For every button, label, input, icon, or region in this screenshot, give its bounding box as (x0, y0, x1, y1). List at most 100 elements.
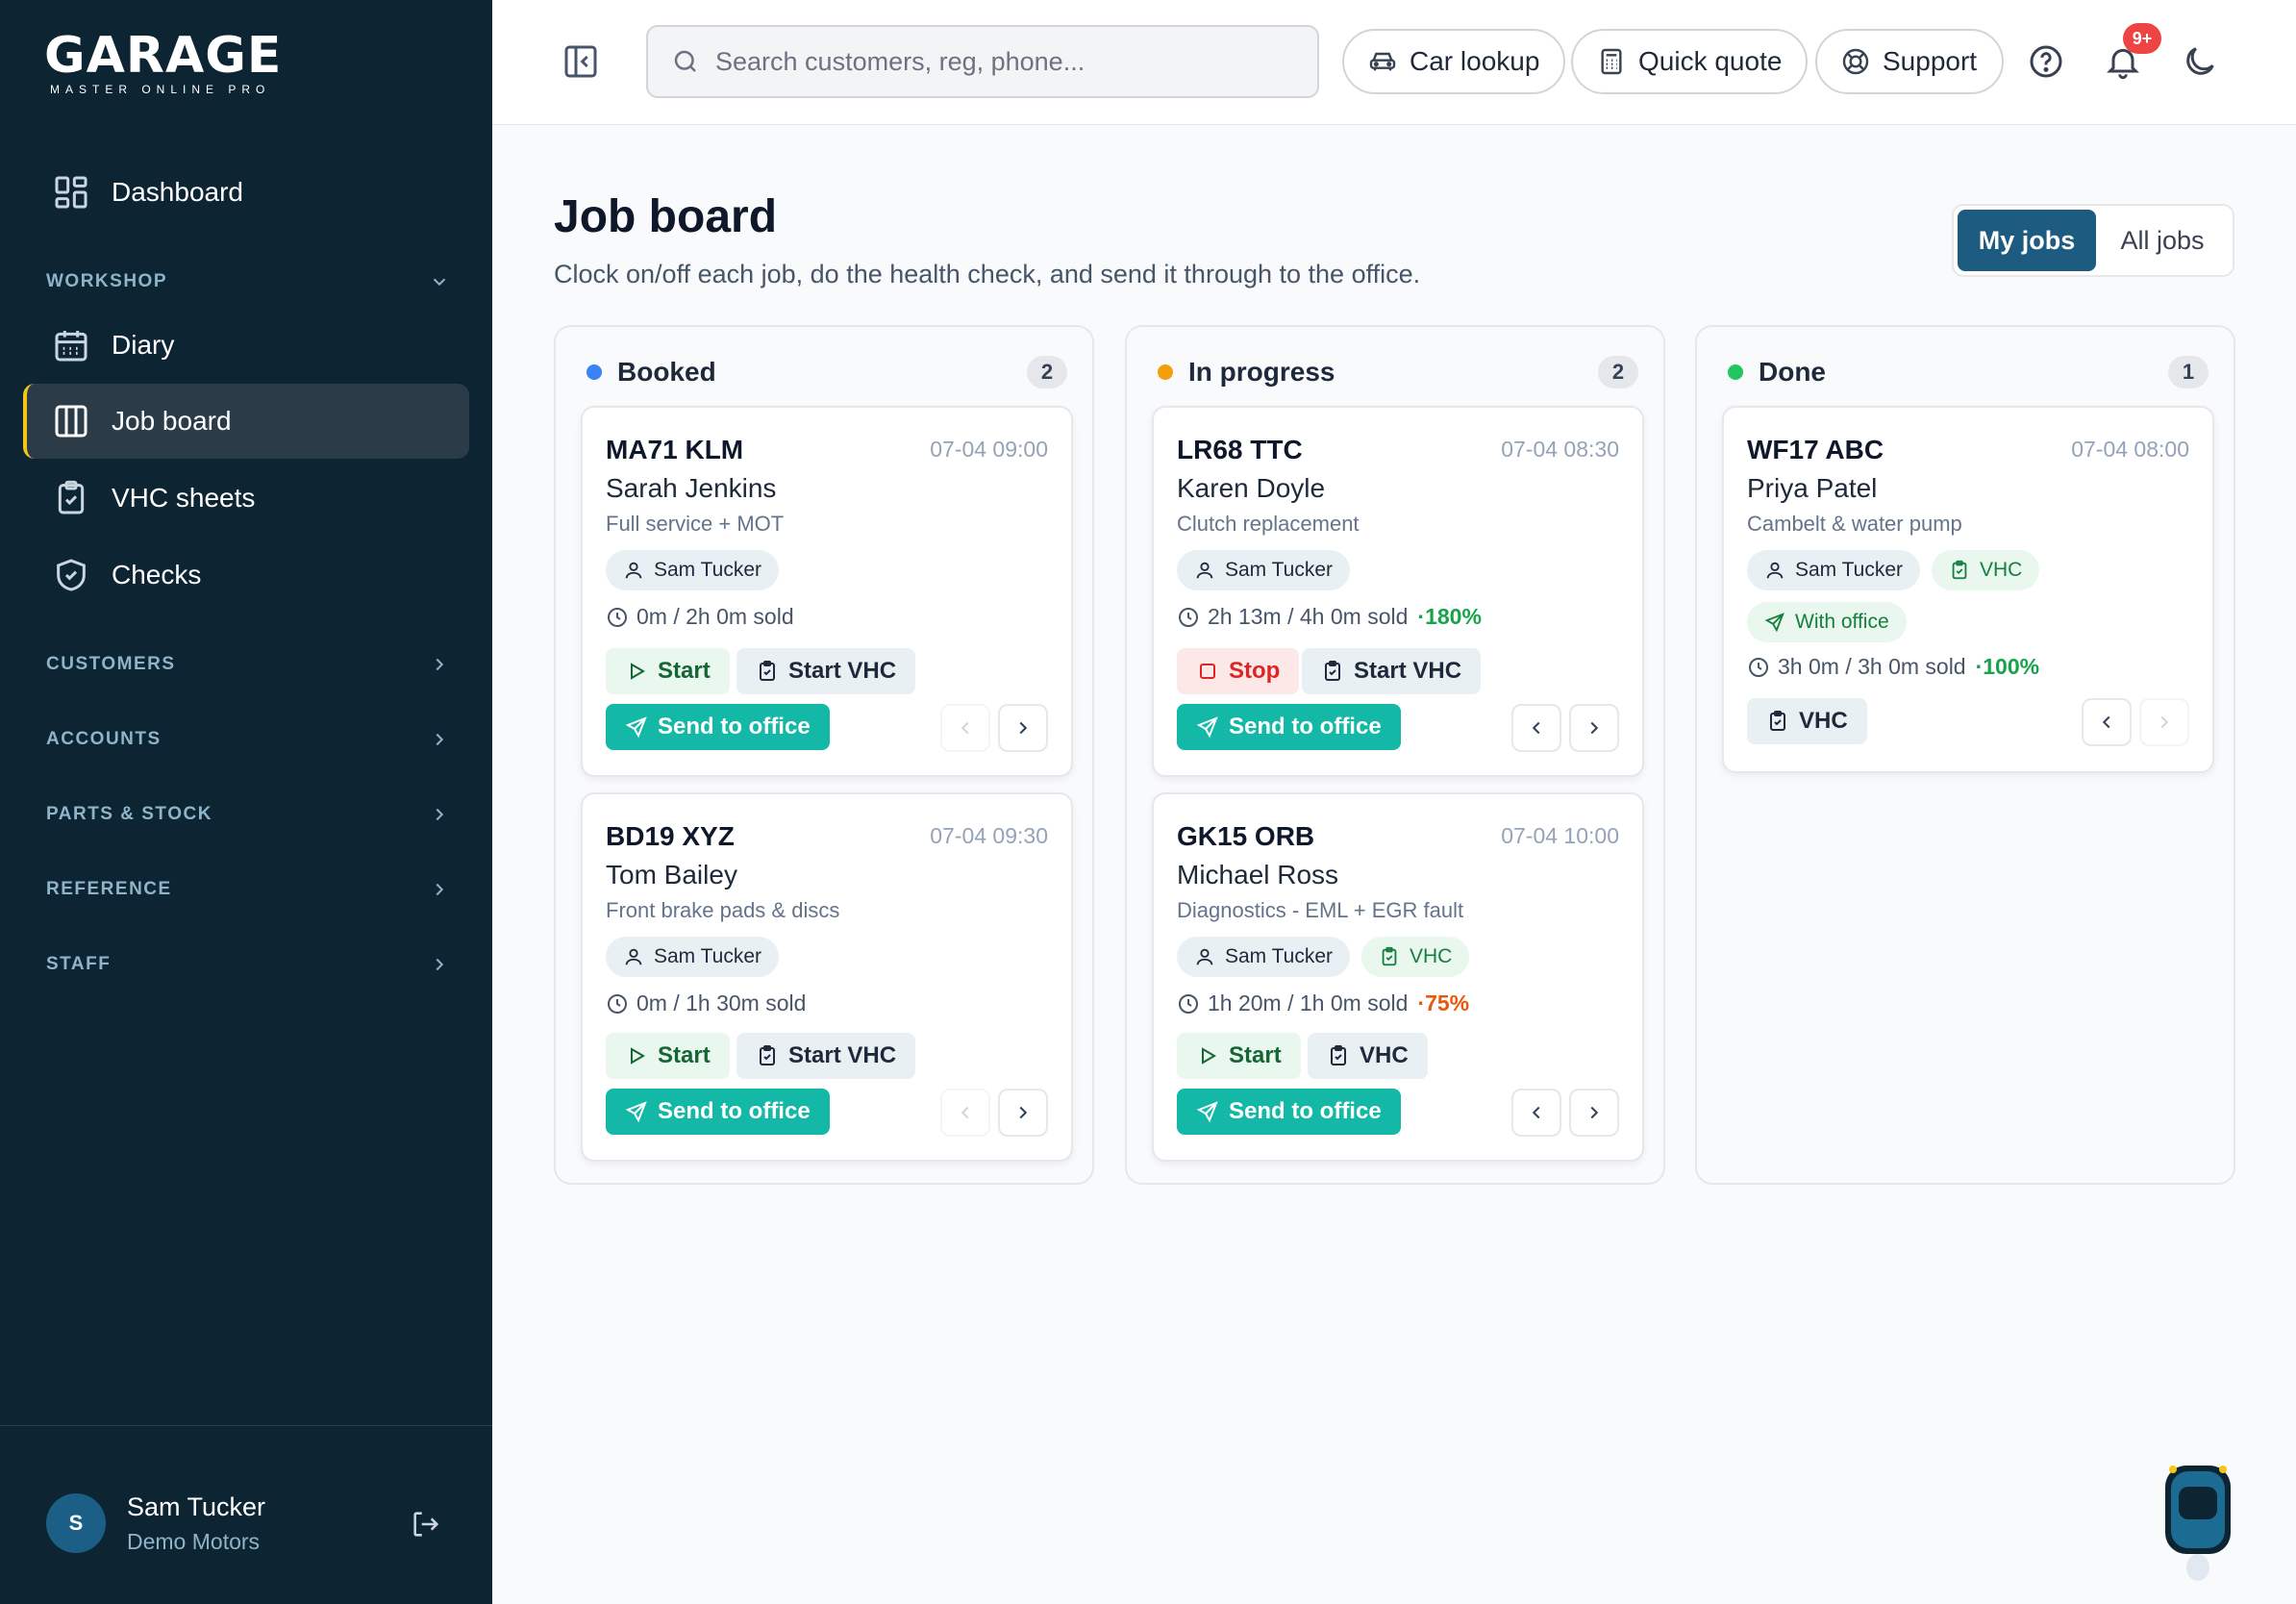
job-card[interactable]: GK15 ORB 07-04 10:00 Michael Ross Diagno… (1152, 792, 1644, 1162)
sidebar-section-parts-stock[interactable]: PARTS & STOCK (46, 804, 450, 825)
column-title: In progress (1188, 357, 1335, 387)
vhc-status-chip: VHC (1361, 937, 1470, 977)
chevron-left-icon (1526, 1102, 1547, 1123)
chevron-right-icon (429, 804, 450, 825)
sidebar-section-workshop[interactable]: WORKSHOP (46, 271, 450, 292)
send-to-office-button[interactable]: Send to office (1177, 704, 1401, 750)
my-jobs-toggle[interactable]: My jobs (1958, 210, 2096, 271)
job-time: 07-04 08:30 (1501, 437, 1619, 462)
moon-icon[interactable] (2181, 42, 2219, 81)
move-right-button[interactable] (998, 1089, 1048, 1137)
column-count: 2 (1598, 356, 1638, 388)
technician-chip: Sam Tucker (606, 937, 780, 977)
column-title: Done (1759, 357, 1826, 387)
clipboard-check-icon (756, 1044, 779, 1067)
technician-name: Sam Tucker (1225, 945, 1334, 967)
section-label: ACCOUNTS (46, 729, 162, 749)
sidebar-section-customers[interactable]: CUSTOMERS (46, 654, 450, 675)
start-vhc-button[interactable]: Start VHC (736, 1033, 916, 1079)
chevron-left-icon (2096, 712, 2117, 733)
clipboard-check-icon (1949, 560, 1970, 581)
help-icon[interactable] (2027, 42, 2065, 81)
clock-icon (1747, 656, 1770, 679)
job-card[interactable]: LR68 TTC 07-04 08:30 Karen Doyle Clutch … (1152, 406, 1644, 777)
button-label: Stop (1229, 658, 1281, 684)
move-right-button[interactable] (1569, 704, 1619, 752)
technician-chip: Sam Tucker (606, 550, 780, 590)
job-card[interactable]: WF17 ABC 07-04 08:00 Priya Patel Cambelt… (1722, 406, 2214, 773)
search-icon (671, 47, 700, 76)
vhc-button[interactable]: VHC (1308, 1033, 1428, 1079)
sidebar-toggle-icon[interactable] (562, 42, 600, 81)
start-vhc-button[interactable]: Start VHC (1302, 648, 1482, 694)
logout-icon[interactable] (410, 1508, 442, 1541)
customer-name: Michael Ross (1177, 860, 1339, 890)
sidebar-item-job-board[interactable]: Job board (23, 384, 469, 459)
move-left-button[interactable] (1511, 1089, 1561, 1137)
technician-name: Sam Tucker (654, 945, 762, 967)
technician-name: Sam Tucker (1795, 559, 1904, 581)
vhc-button[interactable]: VHC (1747, 698, 1867, 744)
hours-text: 1h 20m / 1h 0m sold (1208, 990, 1409, 1015)
sidebar-item-diary[interactable]: Diary (23, 308, 469, 383)
chip-label: VHC (1980, 559, 2023, 581)
send-to-office-button[interactable]: Send to office (606, 1089, 830, 1135)
search-box[interactable] (646, 25, 1319, 98)
customer-name: Tom Bailey (606, 860, 737, 890)
search-input[interactable] (715, 46, 1292, 77)
start-vhc-button[interactable]: Start VHC (736, 648, 916, 694)
start-button[interactable]: Start (1177, 1033, 1301, 1079)
job-card[interactable]: MA71 KLM 07-04 09:00 Sarah Jenkins Full … (581, 406, 1073, 777)
job-card[interactable]: BD19 XYZ 07-04 09:30 Tom Bailey Front br… (581, 792, 1073, 1162)
user-icon (623, 946, 644, 967)
move-right-button[interactable] (2139, 698, 2189, 746)
section-label: STAFF (46, 954, 112, 974)
quick-quote-button[interactable]: Quick quote (1571, 29, 1808, 94)
chevron-right-icon (1584, 1102, 1605, 1123)
support-button[interactable]: Support (1815, 29, 2004, 94)
chevron-right-icon (1012, 717, 1034, 739)
move-left-button[interactable] (2082, 698, 2132, 746)
sidebar-section-staff[interactable]: STAFF (46, 954, 450, 975)
move-left-button[interactable] (940, 704, 990, 752)
button-label: Send to office (658, 714, 811, 739)
avatar[interactable]: S (46, 1493, 106, 1553)
hours-text: 0m / 2h 0m sold (636, 604, 794, 629)
job-time: 07-04 08:00 (2071, 437, 2189, 462)
lifebuoy-icon (1840, 46, 1871, 77)
chevron-left-icon (955, 717, 976, 739)
user-icon (1194, 946, 1215, 967)
sidebar-section-reference[interactable]: REFERENCE (46, 879, 450, 900)
column-count: 1 (2168, 356, 2209, 388)
job-description: Full service + MOT (606, 512, 785, 536)
send-to-office-button[interactable]: Send to office (606, 704, 830, 750)
sidebar-item-vhc-sheets[interactable]: VHC sheets (23, 461, 469, 536)
move-right-button[interactable] (998, 704, 1048, 752)
sidebar-section-accounts[interactable]: ACCOUNTS (46, 729, 450, 750)
customer-name: Priya Patel (1747, 473, 1878, 503)
clipboard-check-icon (1766, 710, 1789, 733)
button-label: Start VHC (1354, 658, 1462, 684)
user-name: Sam Tucker (127, 1492, 266, 1521)
move-right-button[interactable] (1569, 1089, 1619, 1137)
clock-icon (1177, 606, 1200, 629)
send-to-office-button[interactable]: Send to office (1177, 1089, 1401, 1135)
move-left-button[interactable] (1511, 704, 1561, 752)
app-logo[interactable]: GARAGE MASTER ONLINE PRO (44, 31, 282, 96)
section-label: PARTS & STOCK (46, 804, 212, 824)
clipboard-check-icon (1379, 946, 1400, 967)
button-label: Support (1883, 46, 1978, 76)
time-logged: 2h 13m / 4h 0m sold ·180% (1177, 604, 1482, 630)
start-button[interactable]: Start (606, 648, 730, 694)
assistant-car-icon[interactable] (2159, 1460, 2236, 1585)
sidebar-item-checks[interactable]: Checks (23, 538, 469, 613)
sidebar-item-dashboard[interactable]: Dashboard (23, 155, 469, 230)
car-lookup-button[interactable]: Car lookup (1342, 29, 1565, 94)
technician-name: Sam Tucker (1225, 559, 1334, 581)
move-left-button[interactable] (940, 1089, 990, 1137)
sidebar-item-label: Checks (112, 560, 202, 589)
start-button[interactable]: Start (606, 1033, 730, 1079)
column-done: Done 1 WF17 ABC 07-04 08:00 Priya Patel … (1695, 325, 2235, 1185)
all-jobs-toggle[interactable]: All jobs (2096, 210, 2229, 271)
stop-button[interactable]: Stop (1177, 648, 1300, 694)
